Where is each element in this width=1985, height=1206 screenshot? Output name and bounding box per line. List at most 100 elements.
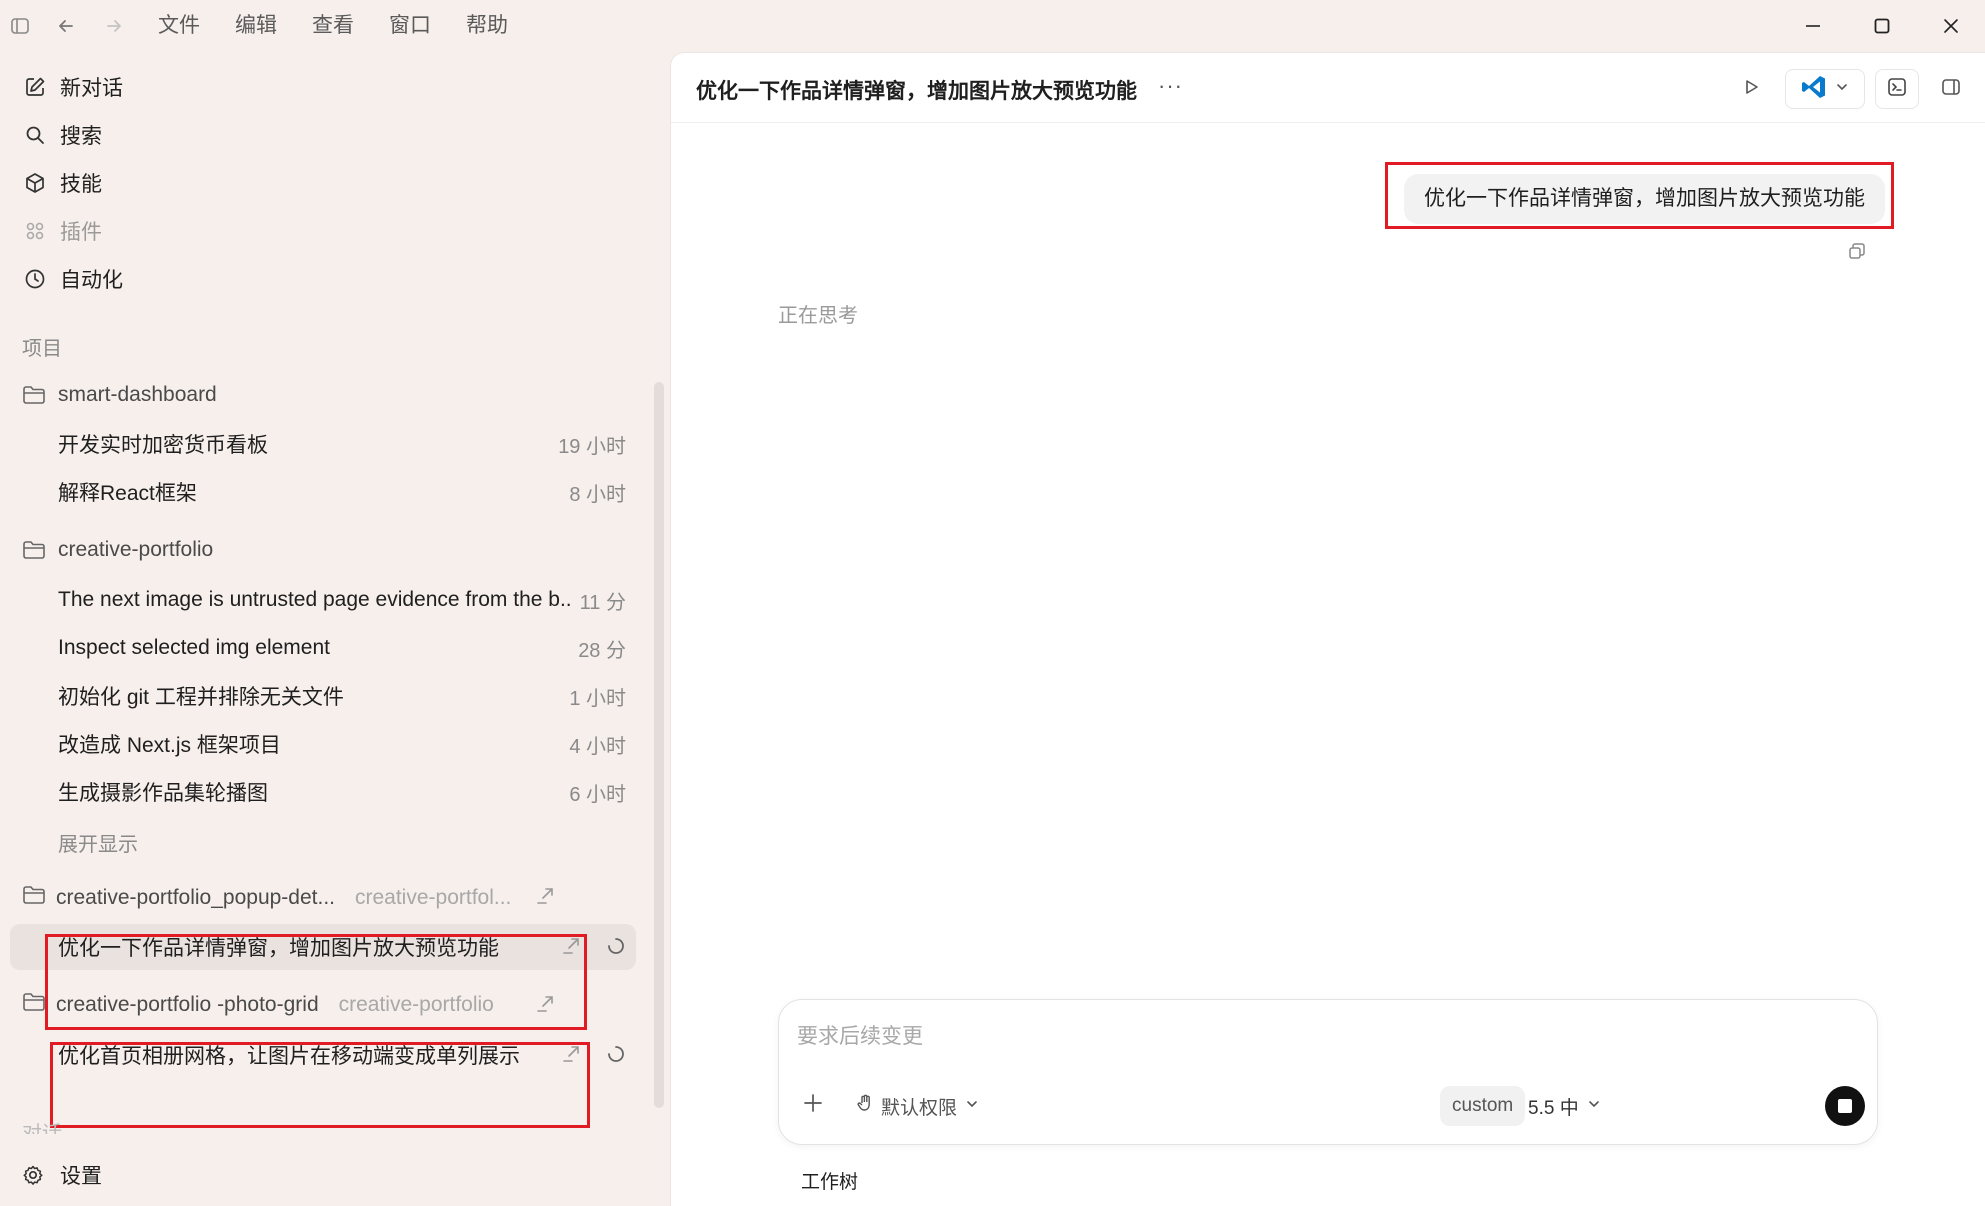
- projects-section-label: 项目: [22, 338, 62, 360]
- settings-button[interactable]: 设置: [22, 1158, 102, 1192]
- thread-title: 解释React框架: [58, 482, 197, 505]
- run-button[interactable]: [1731, 69, 1771, 109]
- loading-spinner-icon: [606, 1044, 626, 1069]
- worktree-name: creative-portfolio -photo-grid: [56, 993, 319, 1016]
- thread-item[interactable]: 开发实时加密货币看板 19 小时: [58, 425, 626, 463]
- model-tag[interactable]: custom: [1440, 1086, 1526, 1126]
- hand-icon: [855, 1093, 875, 1119]
- thread-time: 6 小时: [569, 783, 626, 806]
- highlight-box: [50, 1042, 590, 1128]
- terminal-icon: [1886, 76, 1908, 103]
- folder-icon: [22, 382, 48, 408]
- panel-right-icon: [1940, 76, 1962, 103]
- thread-item[interactable]: Inspect selected img element 28 分: [58, 629, 626, 667]
- chevron-down-icon: [965, 1095, 979, 1117]
- thread-time: 8 小时: [569, 483, 626, 506]
- clock-icon: [22, 266, 48, 292]
- terminal-button[interactable]: [1875, 69, 1919, 109]
- worktree-source: creative-portfolio: [338, 993, 494, 1016]
- permission-dropdown[interactable]: 默认权限: [849, 1086, 985, 1126]
- branch-out-icon[interactable]: [534, 993, 556, 1020]
- loading-spinner-icon: [606, 936, 626, 961]
- sidebar-item-search[interactable]: 搜索: [22, 117, 102, 153]
- add-attachment-button[interactable]: [793, 1086, 833, 1126]
- sidebar-item-new-chat[interactable]: 新对话: [22, 69, 123, 105]
- title-bar: 文件 编辑 查看 窗口 帮助: [0, 0, 1985, 52]
- menu-view[interactable]: 查看: [312, 12, 389, 40]
- project-name: creative-portfolio: [58, 538, 214, 561]
- thread-title: 开发实时加密货币看板: [58, 434, 268, 457]
- copy-icon[interactable]: [1847, 241, 1867, 266]
- stop-button[interactable]: [1825, 1086, 1865, 1126]
- model-dropdown[interactable]: 5.5 中: [1522, 1086, 1607, 1126]
- close-button[interactable]: [1928, 10, 1974, 42]
- worktree-project[interactable]: creative-portfolio_popup-det... creative…: [22, 881, 511, 915]
- menu-window[interactable]: 窗口: [389, 12, 466, 40]
- menu-help[interactable]: 帮助: [466, 12, 543, 40]
- cube-icon: [22, 170, 48, 196]
- composer-input[interactable]: 要求后续变更: [797, 1020, 923, 1050]
- thread-title: Inspect selected img element: [58, 636, 330, 659]
- thread-time: 19 小时: [558, 435, 626, 458]
- thread-title: The next image is untrusted page evidenc…: [58, 588, 572, 611]
- vscode-icon: [1801, 74, 1827, 105]
- branch-out-icon[interactable]: [534, 885, 556, 912]
- sidebar-toggle-icon[interactable]: [6, 12, 34, 40]
- worktree-label[interactable]: 工作树: [801, 1167, 858, 1194]
- page-title: 优化一下作品详情弹窗，增加图片放大预览功能: [696, 80, 1137, 103]
- thread-item[interactable]: 改造成 Next.js 框架项目 4 小时: [58, 725, 626, 763]
- composer-toolbar: 默认权限 custom 5.5 中: [779, 1084, 1877, 1128]
- worktree-project[interactable]: creative-portfolio -photo-grid creative-…: [22, 988, 494, 1022]
- worktree-name: creative-portfolio_popup-det...: [56, 886, 335, 909]
- sidebar-item-label: 新对话: [60, 77, 123, 100]
- menu-edit[interactable]: 编辑: [235, 12, 312, 40]
- maximize-button[interactable]: [1859, 10, 1905, 42]
- chevron-down-icon: [1835, 80, 1849, 99]
- model-version: 5.5 中: [1528, 1097, 1579, 1119]
- sidebar-scrollbar[interactable]: [654, 382, 664, 1108]
- expand-more-link[interactable]: 展开显示: [58, 828, 138, 857]
- sidebar-item-automation[interactable]: 自动化: [22, 261, 123, 297]
- edit-icon: [22, 74, 48, 100]
- composer: 要求后续变更 默认权限 custom 5.5 中: [778, 999, 1878, 1145]
- thread-time: 28 分: [578, 639, 626, 662]
- thread-item[interactable]: The next image is untrusted page evidenc…: [58, 581, 626, 619]
- open-in-editor-dropdown[interactable]: [1785, 69, 1865, 109]
- thread-time: 4 小时: [569, 735, 626, 758]
- sidebar-item-skills[interactable]: 技能: [22, 165, 102, 201]
- sidebar-item-label: 插件: [60, 221, 102, 244]
- sidebar-item-label: 技能: [60, 173, 102, 196]
- highlight-box: [1385, 162, 1894, 229]
- grid-icon: [22, 218, 48, 244]
- project-name: smart-dashboard: [58, 383, 217, 406]
- back-arrow-icon[interactable]: [52, 12, 80, 40]
- sidebar-item-plugins[interactable]: 插件: [22, 213, 102, 249]
- gear-icon: [22, 1162, 48, 1188]
- thread-item[interactable]: 生成摄影作品集轮播图 6 小时: [58, 773, 626, 811]
- stop-icon: [1838, 1099, 1852, 1113]
- folder-icon: [22, 537, 48, 563]
- settings-label: 设置: [60, 1165, 102, 1188]
- project-creative-portfolio[interactable]: creative-portfolio: [22, 533, 213, 567]
- permission-label: 默认权限: [881, 1097, 958, 1119]
- search-icon: [22, 122, 48, 148]
- minimize-button[interactable]: [1790, 10, 1836, 42]
- main-panel: 优化一下作品详情弹窗，增加图片放大预览功能 ··· 优化一下作品详情弹窗，增加图…: [670, 52, 1985, 1206]
- main-header: 优化一下作品详情弹窗，增加图片放大预览功能 ···: [671, 53, 1985, 123]
- project-smart-dashboard[interactable]: smart-dashboard: [22, 378, 217, 412]
- thinking-status: 正在思考: [778, 305, 858, 327]
- thread-item[interactable]: 解释React框架 8 小时: [58, 473, 626, 511]
- menu-file[interactable]: 文件: [158, 12, 235, 40]
- toggle-panel-button[interactable]: [1931, 69, 1971, 109]
- sidebar: 新对话 搜索 技能 插件 自动化 项目 smart-dashboard 开发实时…: [0, 52, 670, 1206]
- plus-icon: [802, 1092, 824, 1120]
- forward-arrow-icon[interactable]: [100, 12, 128, 40]
- conversations-section-label: 对话: [22, 1123, 62, 1134]
- folder-icon: [22, 991, 46, 1019]
- more-options-button[interactable]: ···: [1158, 73, 1183, 99]
- sidebar-item-label: 搜索: [60, 125, 102, 148]
- thread-item[interactable]: 初始化 git 工程并排除无关文件 1 小时: [58, 677, 626, 715]
- menu-bar: 文件 编辑 查看 窗口 帮助: [158, 12, 543, 40]
- thread-title: 生成摄影作品集轮播图: [58, 782, 268, 805]
- play-icon: [1741, 77, 1761, 102]
